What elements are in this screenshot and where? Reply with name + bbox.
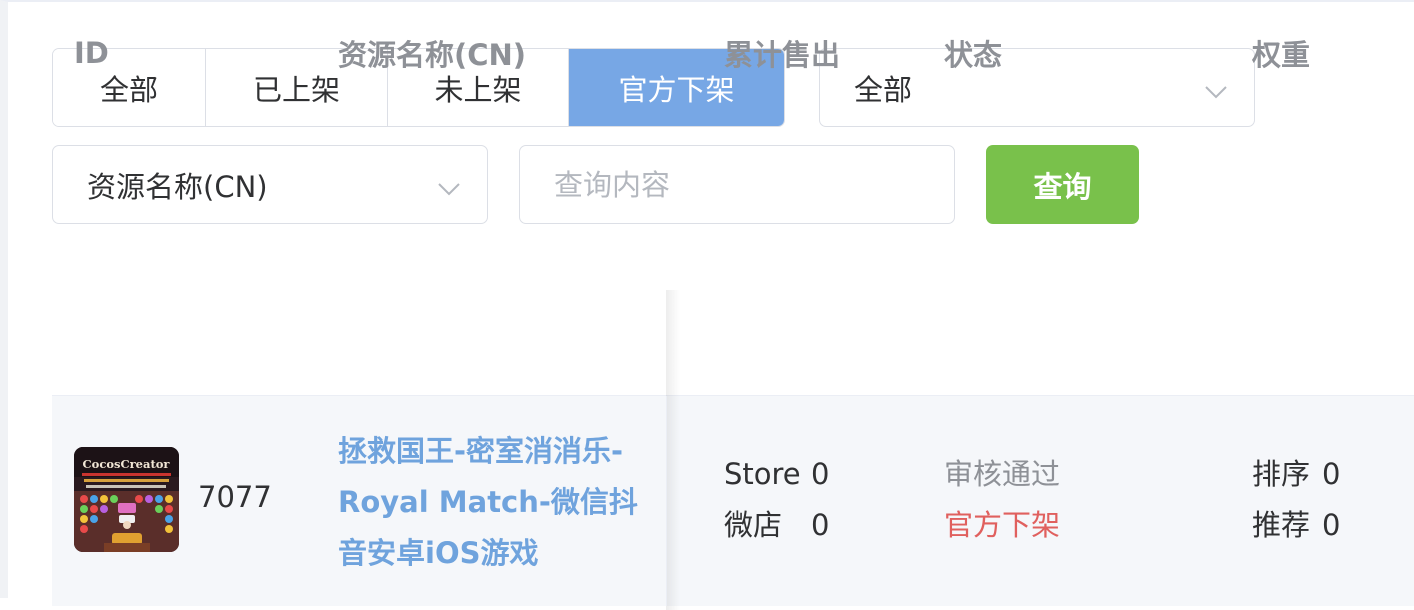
sold-weidian-label: 微店 <box>724 508 783 542</box>
column-header-name: 资源名称(CN) <box>338 38 527 72</box>
listing-status: 官方下架 <box>944 508 1061 542</box>
resource-name-line: 拯救国王-密室消消乐- <box>338 434 624 468</box>
table-header <box>52 290 1414 396</box>
status-select[interactable]: 全部 <box>819 48 1255 127</box>
sold-weidian-value: 0 <box>811 508 830 542</box>
recommend-weight-label: 推荐 <box>1252 508 1311 542</box>
column-header-id: ID <box>74 36 109 70</box>
sold-store-value: 0 <box>811 457 830 491</box>
search-field-select[interactable]: 资源名称(CN) <box>52 145 488 224</box>
review-status: 审核通过 <box>944 457 1061 491</box>
column-header-weight: 权重 <box>1252 38 1311 72</box>
column-header-status: 状态 <box>944 38 1003 72</box>
sold-store-label: Store <box>724 457 801 491</box>
resource-name-line: Royal Match-微信抖 <box>338 485 638 519</box>
column-header-sold: 累计售出 <box>724 38 841 72</box>
chevron-down-icon <box>1205 85 1227 98</box>
recommend-weight-value: 0 <box>1322 508 1341 542</box>
resource-name-line: 音安卓iOS游戏 <box>338 536 539 570</box>
resource-thumbnail[interactable]: CocosCreator <box>74 447 179 552</box>
status-select-value: 全部 <box>854 72 913 107</box>
query-button[interactable]: 查询 <box>986 145 1139 224</box>
thumbnail-logo-text: CocosCreator <box>83 457 171 471</box>
search-field-select-value: 资源名称(CN) <box>87 169 268 204</box>
chevron-down-icon <box>438 182 460 195</box>
resource-id: 7077 <box>198 480 272 514</box>
sort-weight-label: 排序 <box>1252 457 1311 491</box>
search-input[interactable] <box>519 145 955 224</box>
fixed-column-divider <box>666 396 667 606</box>
resource-name-link[interactable]: 拯救国王-密室消消乐- Royal Match-微信抖 音安卓iOS游戏 <box>338 426 658 579</box>
fixed-column-shadow <box>666 290 680 610</box>
sort-weight-value: 0 <box>1322 457 1341 491</box>
